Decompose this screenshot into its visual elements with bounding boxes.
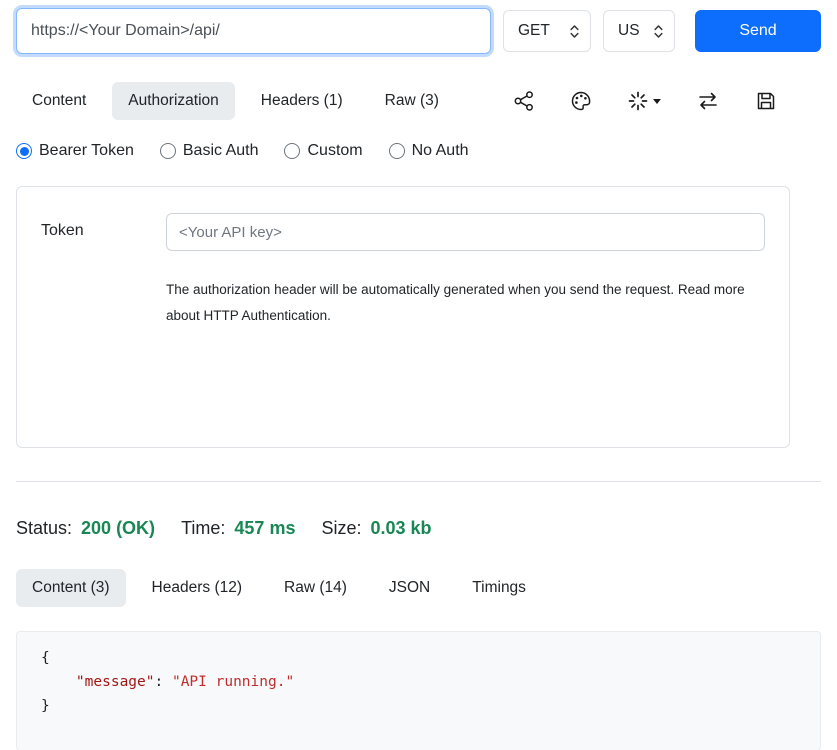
updown-arrows-icon: [653, 23, 664, 40]
auth-option-no-auth[interactable]: No Auth: [389, 142, 469, 160]
tab-raw[interactable]: Raw (3): [369, 82, 455, 120]
radio-icon[interactable]: [284, 143, 300, 159]
status-value: 200 (OK): [81, 518, 155, 539]
auth-option-bearer-token[interactable]: Bearer Token: [16, 142, 134, 160]
divider: [16, 481, 821, 482]
region-select-value: US: [618, 22, 640, 40]
tab-headers[interactable]: Headers (1): [245, 82, 359, 120]
method-select-value: GET: [518, 22, 550, 40]
tab-response-headers[interactable]: Headers (12): [136, 569, 258, 607]
share-icon[interactable]: [511, 88, 537, 114]
time-group: Time: 457 ms: [181, 518, 295, 539]
auth-option-label: Bearer Token: [39, 142, 134, 160]
response-status-bar: Status: 200 (OK) Time: 457 ms Size: 0.03…: [16, 518, 821, 539]
radio-icon[interactable]: [16, 143, 32, 159]
radio-icon[interactable]: [160, 143, 176, 159]
auth-type-row: Bearer Token Basic Auth Custom No Auth: [16, 142, 821, 160]
token-label: Token: [41, 213, 166, 240]
status-label: Status:: [16, 518, 72, 539]
status-group: Status: 200 (OK): [16, 518, 155, 539]
api-client: GET US Send Content Authorization Header…: [0, 0, 837, 750]
request-toolbar: [511, 88, 821, 114]
method-select[interactable]: GET: [503, 10, 591, 52]
swap-arrows-icon[interactable]: [694, 89, 722, 113]
token-help-text: The authorization header will be automat…: [166, 277, 754, 328]
time-label: Time:: [181, 518, 225, 539]
json-string: "API running.": [172, 674, 294, 690]
chevron-down-icon: [653, 99, 661, 104]
auth-option-custom[interactable]: Custom: [284, 142, 362, 160]
auth-option-label: Custom: [307, 142, 362, 160]
tab-response-content[interactable]: Content (3): [16, 569, 126, 607]
tab-response-json[interactable]: JSON: [373, 569, 446, 607]
auth-option-basic-auth[interactable]: Basic Auth: [160, 142, 259, 160]
tab-authorization[interactable]: Authorization: [112, 82, 234, 120]
code-line: }: [41, 694, 796, 718]
json-colon: :: [155, 674, 172, 690]
auth-option-label: Basic Auth: [183, 142, 259, 160]
url-input[interactable]: [16, 8, 491, 54]
token-input[interactable]: [166, 213, 765, 251]
size-value: 0.03 kb: [371, 518, 432, 539]
send-button[interactable]: Send: [695, 10, 821, 52]
tab-content[interactable]: Content: [16, 82, 102, 120]
token-panel: Token The authorization header will be a…: [16, 186, 790, 448]
time-value: 457 ms: [234, 518, 295, 539]
request-tabs-row: Content Authorization Headers (1) Raw (3…: [16, 82, 821, 120]
updown-arrows-icon: [569, 23, 580, 40]
request-bar: GET US Send: [16, 8, 821, 54]
region-select[interactable]: US: [603, 10, 675, 52]
save-icon[interactable]: [753, 88, 779, 114]
palette-icon[interactable]: [568, 88, 594, 114]
radio-icon[interactable]: [389, 143, 405, 159]
size-label: Size:: [321, 518, 361, 539]
tab-response-timings[interactable]: Timings: [456, 569, 542, 607]
code-line: {: [41, 646, 796, 670]
auth-option-label: No Auth: [412, 142, 469, 160]
request-tabs: Content Authorization Headers (1) Raw (3…: [16, 82, 455, 120]
size-group: Size: 0.03 kb: [321, 518, 431, 539]
magic-icon[interactable]: [625, 88, 663, 114]
response-body: { "message": "API running." }: [16, 631, 821, 750]
code-line: "message": "API running.": [41, 670, 796, 694]
json-key: "message": [76, 674, 155, 690]
tab-response-raw[interactable]: Raw (14): [268, 569, 363, 607]
response-tabs: Content (3) Headers (12) Raw (14) JSON T…: [16, 569, 821, 607]
